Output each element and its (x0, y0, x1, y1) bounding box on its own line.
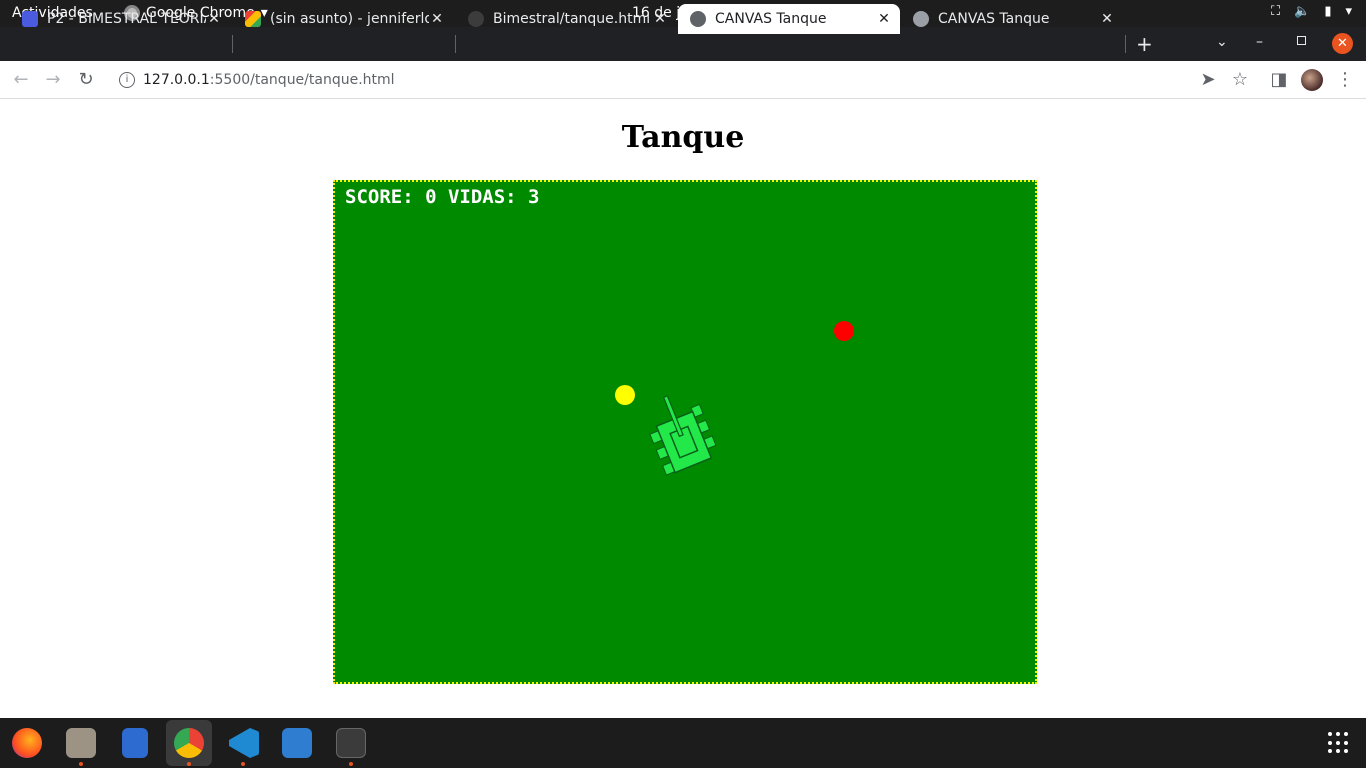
running-indicator (241, 762, 245, 766)
menu-dots-icon[interactable]: ⋮ (1334, 69, 1356, 90)
globe-icon (690, 11, 706, 27)
bullet-ball (615, 385, 635, 405)
url-path: :5500/tanque/tanque.html (209, 72, 395, 88)
reload-button[interactable]: ↻ (75, 69, 97, 90)
github-icon (468, 11, 484, 27)
send-icon[interactable]: ➤ (1197, 69, 1219, 90)
system-tray[interactable]: ⛶ 🔈 ▮ ▾ (1271, 4, 1352, 19)
enemy-ball (834, 321, 854, 341)
window-close-button[interactable]: ✕ (1332, 33, 1353, 54)
running-indicator (79, 762, 83, 766)
firefox-icon[interactable] (12, 728, 42, 758)
minimize-button[interactable]: – (1256, 34, 1263, 50)
text-editor-icon[interactable] (122, 728, 148, 758)
system-monitor-icon[interactable] (282, 728, 312, 758)
tab-github[interactable]: Bimestral/tanque.html ✕ (456, 4, 676, 34)
tab-classroom[interactable]: P2 - BIMESTRAL TEORÍA ✕ (10, 4, 230, 34)
battery-icon: ▮ (1324, 4, 1332, 19)
vscode-icon[interactable] (229, 728, 259, 758)
bookmark-star-icon[interactable]: ☆ (1229, 69, 1251, 90)
tab-title: CANVAS Tanque (938, 11, 1050, 27)
tab-canvas-tanque[interactable]: CANVAS Tanque ✕ (901, 4, 1123, 34)
close-icon[interactable]: ✕ (652, 11, 668, 27)
files-icon[interactable] (66, 728, 96, 758)
chevron-down-icon: ▾ (1345, 4, 1352, 19)
tab-gmail[interactable]: (sin asunto) - jenniferlo ✕ (233, 4, 453, 34)
gmail-icon (245, 11, 261, 27)
game-canvas[interactable]: SCORE: 0 VIDAS: 3 (333, 180, 1037, 684)
tab-search-chevron-icon[interactable]: ⌄ (1216, 34, 1228, 50)
terminal-icon[interactable] (336, 728, 366, 758)
page-content: Tanque SCORE: 0 VIDAS: 3 (0, 100, 1366, 718)
app-grid-icon[interactable] (1328, 732, 1350, 754)
tab-separator (455, 35, 456, 53)
close-icon[interactable]: ✕ (1099, 11, 1115, 27)
classroom-icon (22, 11, 38, 27)
running-indicator (187, 762, 191, 766)
close-icon[interactable]: ✕ (206, 11, 222, 27)
maximize-button[interactable] (1297, 36, 1306, 45)
tab-title: CANVAS Tanque (715, 11, 827, 27)
tab-separator (1125, 35, 1126, 53)
tab-title: (sin asunto) - jenniferlo (270, 11, 429, 27)
profile-avatar[interactable] (1301, 69, 1323, 91)
network-icon: ⛶ (1271, 4, 1281, 19)
close-icon[interactable]: ✕ (876, 11, 892, 27)
player-tank (649, 395, 717, 476)
volume-icon: 🔈 (1294, 4, 1311, 19)
chrome-icon[interactable] (174, 728, 204, 758)
side-panel-icon[interactable]: ◨ (1268, 69, 1290, 90)
browser-toolbar: ← → ↻ i 127.0.0.1:5500/tanque/tanque.htm… (0, 61, 1366, 99)
tab-canvas-tanque-active[interactable]: CANVAS Tanque ✕ (678, 4, 900, 34)
page-title: Tanque (621, 120, 745, 155)
tab-title: P2 - BIMESTRAL TEORÍA (47, 11, 206, 27)
forward-button[interactable]: → (42, 69, 64, 90)
tab-separator (232, 35, 233, 53)
url-host: 127.0.0.1 (143, 72, 210, 88)
game-scene (615, 321, 854, 476)
tab-title: Bimestral/tanque.html (493, 11, 651, 27)
running-indicator (349, 762, 353, 766)
address-bar[interactable]: i 127.0.0.1:5500/tanque/tanque.html (106, 65, 1186, 95)
new-tab-button[interactable]: + (1136, 32, 1153, 56)
taskbar-dock (0, 718, 1366, 768)
globe-icon (913, 11, 929, 27)
back-button[interactable]: ← (10, 69, 32, 90)
tank-body (655, 410, 713, 474)
close-icon[interactable]: ✕ (429, 11, 445, 27)
info-icon[interactable]: i (119, 72, 135, 88)
